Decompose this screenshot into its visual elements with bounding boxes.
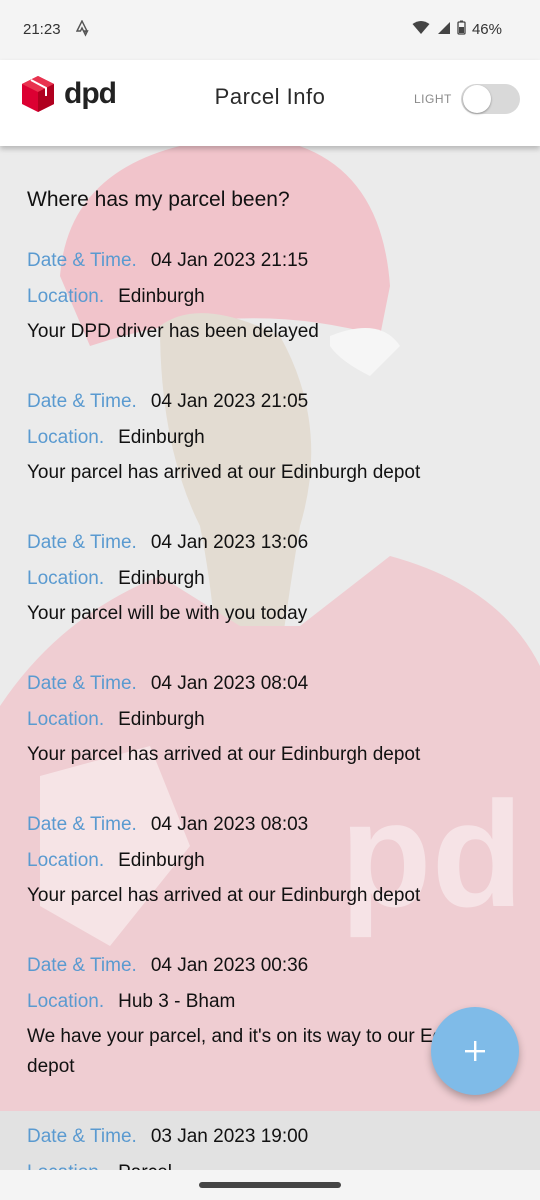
signal-icon [436,21,451,39]
event-datetime: 03 Jan 2023 19:00 [150,1126,309,1147]
section-title: Where has my parcel been? [27,188,290,211]
location-label: Location. [27,850,105,871]
toggle-knob [463,85,491,113]
date-label: Date & Time. [27,955,137,976]
tracking-event: Date & Time. 04 Jan 2023 08:03 Location. E… [27,807,507,911]
date-label: Date & Time. [27,814,137,835]
event-datetime: 04 Jan 2023 21:05 [150,391,309,412]
location-label: Location. [27,709,105,730]
tracking-event: Date & Time. 03 Jan 2023 19:00 Location. P… [27,1119,507,1170]
add-parcel-button[interactable] [431,1007,519,1095]
tracking-event: Date & Time. 04 Jan 2023 21:05 Location. E… [27,384,507,488]
event-datetime: 04 Jan 2023 08:03 [150,814,309,835]
status-icons: 46% [412,20,502,39]
event-location: Edinburgh [118,286,205,307]
date-label: Date & Time. [27,532,137,553]
event-location: Edinburgh [118,709,205,730]
event-datetime: 04 Jan 2023 00:36 [150,955,309,976]
plus-icon [465,1041,485,1061]
event-description: Your parcel has arrived at our Edinburgh… [27,885,421,906]
page-title: Parcel Info [214,84,326,109]
event-description: Your parcel has arrived at our Edinburgh… [27,462,421,483]
strava-icon [75,19,90,42]
gesture-nav-bar [0,1170,540,1200]
event-description: Your DPD driver has been delayed [27,321,319,342]
event-description: Your parcel will be with you today [27,603,308,624]
tracking-event: Date & Time. 04 Jan 2023 13:06 Location. E… [27,525,507,629]
tracking-event: Date & Time. 04 Jan 2023 21:15 Location. E… [27,243,507,347]
battery-icon [457,20,466,39]
status-bar: 21:23 46% [0,0,540,60]
date-label: Date & Time. [27,673,137,694]
event-datetime: 04 Jan 2023 08:04 [150,673,309,694]
date-label: Date & Time. [27,250,137,271]
event-location: Hub 3 - Bham [118,991,236,1012]
location-label: Location. [27,991,105,1012]
event-location: Parcel [118,1162,172,1170]
location-label: Location. [27,1162,104,1170]
tracking-event: Date & Time. 04 Jan 2023 08:04 Location. E… [27,666,507,770]
location-label: Location. [27,568,105,589]
app-header: dpd Parcel Info LIGHT [0,60,540,146]
event-description: Your parcel has arrived at our Edinburgh… [27,744,421,765]
event-location: Edinburgh [118,427,205,448]
battery-percent: 46% [471,21,502,38]
event-location: Edinburgh [118,850,205,871]
event-datetime: 04 Jan 2023 13:06 [150,532,309,553]
status-time: 21:23 [23,21,61,38]
location-label: Location. [27,286,105,307]
theme-toggle[interactable] [461,84,520,114]
theme-label: LIGHT [414,92,452,106]
event-datetime: 04 Jan 2023 21:15 [150,250,309,271]
date-label: Date & Time. [27,391,137,412]
date-label: Date & Time. [27,1126,137,1147]
wifi-icon [412,20,430,39]
home-handle[interactable] [199,1182,341,1188]
location-label: Location. [27,427,105,448]
event-location: Edinburgh [118,568,205,589]
